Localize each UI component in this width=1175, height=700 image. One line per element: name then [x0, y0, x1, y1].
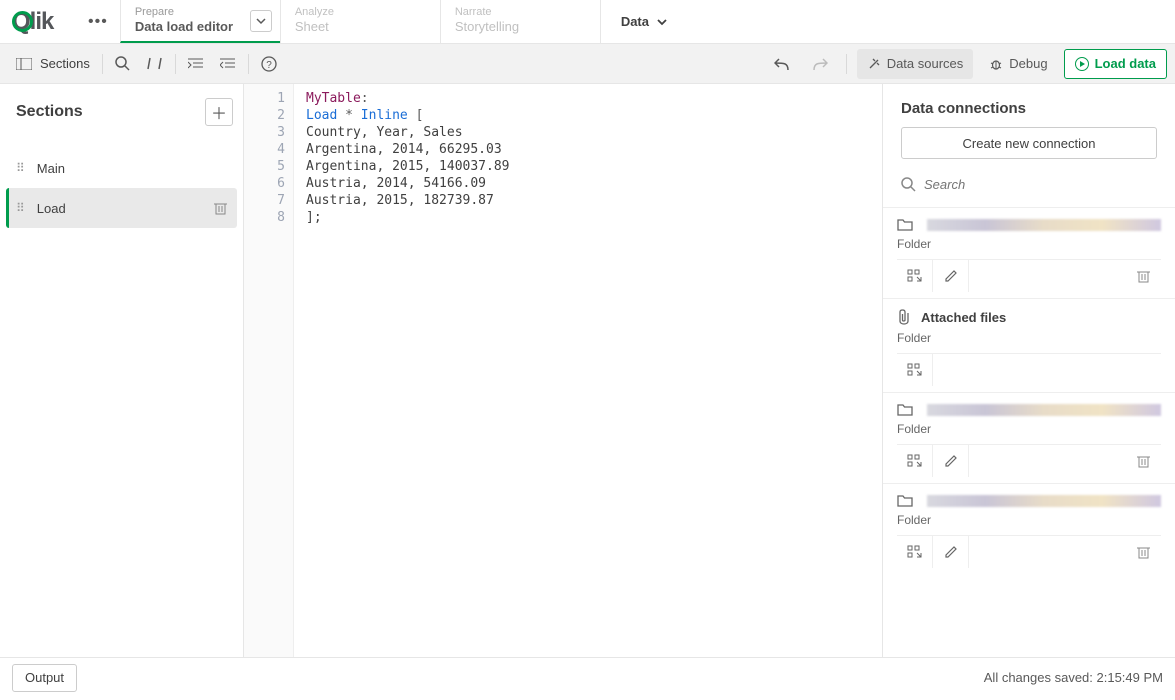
datasources-label: Data sources: [887, 56, 964, 71]
connection-type: Folder: [897, 513, 1161, 527]
connection-item: Attached files Folder: [883, 298, 1175, 392]
connection-type: Folder: [897, 237, 1161, 251]
debug-label: Debug: [1009, 56, 1047, 71]
sidebar-item-label: Load: [37, 201, 66, 216]
search-icon: [901, 177, 916, 192]
loaddata-label: Load data: [1095, 56, 1156, 71]
folder-icon: [897, 494, 913, 507]
svg-text:?: ?: [266, 60, 272, 71]
attachment-icon: [897, 309, 911, 325]
sidebar-item-main[interactable]: ⠿ Main: [6, 148, 237, 188]
save-status: All changes saved: 2:15:49 PM: [984, 670, 1163, 685]
play-icon: [1075, 57, 1089, 71]
select-data-icon[interactable]: [897, 536, 933, 568]
app-header: Qlik ••• Prepare Data load editor Analyz…: [0, 0, 1175, 44]
select-data-icon[interactable]: [897, 260, 933, 292]
panel-title: Data connections: [883, 84, 1175, 127]
connection-type: Folder: [897, 331, 1161, 345]
tab-prepare-dropdown[interactable]: [250, 10, 272, 32]
undo-icon[interactable]: [766, 50, 798, 78]
tab-sub: Data load editor: [135, 19, 266, 34]
sidebar-title: Sections: [16, 103, 83, 121]
code-editor[interactable]: 12345678 MyTable:Load * Inline [Country,…: [244, 84, 883, 657]
search-input[interactable]: [924, 177, 1157, 192]
delete-icon[interactable]: [1125, 445, 1161, 477]
tab-sup: Prepare: [135, 6, 266, 18]
outdent-icon[interactable]: [212, 50, 244, 78]
data-connections-panel: Data connections Create new connection F…: [883, 84, 1175, 657]
tab-sup: Narrate: [455, 6, 586, 18]
tab-narrate[interactable]: Narrate Storytelling: [440, 0, 600, 43]
connection-name-redacted: [927, 404, 1161, 416]
select-data-icon[interactable]: [897, 354, 933, 386]
sections-label: Sections: [40, 56, 90, 71]
connection-search[interactable]: [901, 169, 1157, 199]
output-button[interactable]: Output: [12, 664, 77, 692]
qlik-logo: Qlik: [12, 9, 78, 35]
edit-icon[interactable]: [933, 536, 969, 568]
app-menu-icon[interactable]: •••: [88, 13, 108, 31]
add-section-button[interactable]: ＋: [205, 98, 233, 126]
create-connection-button[interactable]: Create new connection: [901, 127, 1157, 159]
sections-toggle[interactable]: [8, 50, 40, 78]
sidebar-item-label: Main: [37, 161, 65, 176]
edit-icon[interactable]: [933, 260, 969, 292]
data-label: Data: [621, 14, 649, 29]
footer: Output All changes saved: 2:15:49 PM: [0, 657, 1175, 697]
connection-name-redacted: [927, 495, 1161, 507]
line-gutter: 12345678: [244, 84, 294, 657]
main-area: Sections ＋ ⠿ Main ⠿ Load 12345678 MyTable:L…: [0, 84, 1175, 657]
debug-button[interactable]: Debug: [979, 49, 1057, 79]
connection-item: Folder: [883, 392, 1175, 483]
connection-type: Folder: [897, 422, 1161, 436]
tab-prepare[interactable]: Prepare Data load editor: [120, 0, 280, 43]
delete-icon[interactable]: [214, 201, 227, 215]
redo-icon[interactable]: [804, 50, 836, 78]
indent-icon[interactable]: [180, 50, 212, 78]
drag-icon[interactable]: ⠿: [16, 201, 23, 215]
folder-icon: [897, 218, 913, 231]
help-icon[interactable]: ?: [253, 50, 285, 78]
tab-sup: Analyze: [295, 6, 426, 18]
select-data-icon[interactable]: [897, 445, 933, 477]
tab-sub: Sheet: [295, 19, 426, 34]
logo-box: Qlik •••: [0, 0, 120, 43]
loaddata-button[interactable]: Load data: [1064, 49, 1167, 79]
connection-item: Folder: [883, 483, 1175, 574]
drag-icon[interactable]: ⠿: [16, 161, 23, 175]
folder-icon: [897, 403, 913, 416]
delete-icon[interactable]: [1125, 260, 1161, 292]
comment-icon[interactable]: [139, 50, 171, 78]
data-dropdown[interactable]: Data: [600, 0, 687, 43]
plug-icon: [867, 57, 881, 71]
bug-icon: [989, 57, 1003, 71]
sidebar-item-load[interactable]: ⠿ Load: [6, 188, 237, 228]
toolbar: Sections ? Data sources Debug Load data: [0, 44, 1175, 84]
connection-name: Attached files: [921, 310, 1006, 325]
tab-sub: Storytelling: [455, 19, 586, 34]
search-icon[interactable]: [107, 50, 139, 78]
sidebar: Sections ＋ ⠿ Main ⠿ Load: [0, 84, 244, 657]
datasources-button[interactable]: Data sources: [857, 49, 974, 79]
delete-icon[interactable]: [1125, 536, 1161, 568]
connection-item: Folder: [883, 207, 1175, 298]
connection-name-redacted: [927, 219, 1161, 231]
tab-analyze[interactable]: Analyze Sheet: [280, 0, 440, 43]
edit-icon[interactable]: [933, 445, 969, 477]
code-area[interactable]: MyTable:Load * Inline [Country, Year, Sa…: [294, 84, 882, 657]
